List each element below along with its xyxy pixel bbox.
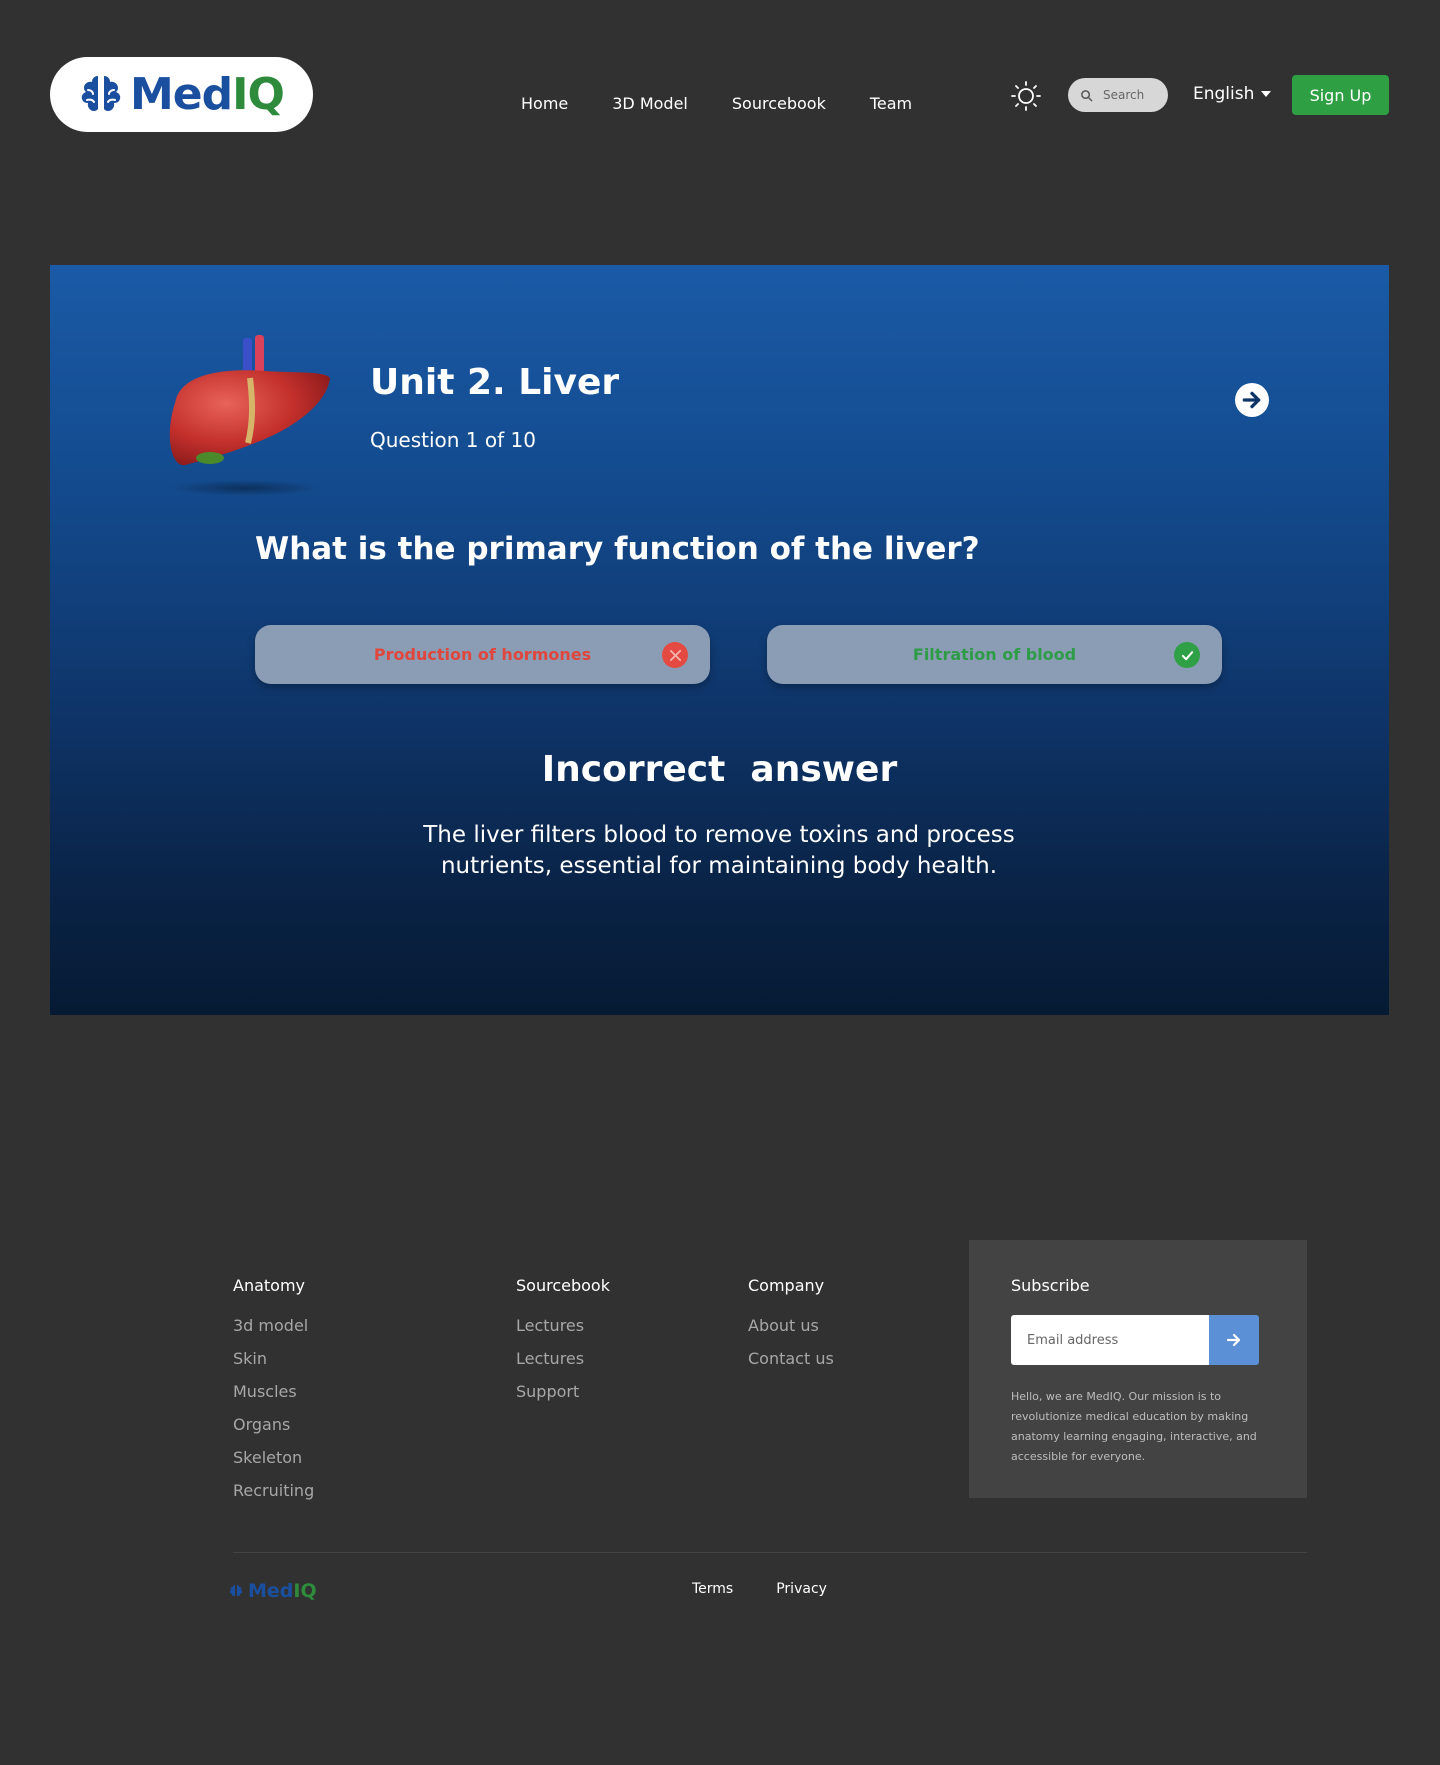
brand-logo[interactable]: MedIQ [50, 57, 313, 132]
footer-column-title: Anatomy [233, 1276, 306, 1295]
subscribe-panel: Subscribe Hello, we are MedIQ. Our missi… [969, 1240, 1307, 1498]
nav-item-sourcebook[interactable]: Sourcebook [732, 94, 826, 113]
footer-link-terms[interactable]: Terms [692, 1581, 733, 1597]
answer-label: Filtration of blood [912, 645, 1077, 664]
language-label: English [1193, 84, 1255, 104]
caret-down-icon [1261, 91, 1272, 97]
next-question-button[interactable] [1235, 383, 1269, 417]
brand-name-iq: IQ [232, 69, 285, 120]
footer-link-contact-us[interactable]: Contact us [748, 1349, 834, 1368]
footer-column-company: Company About us Contact us [748, 1276, 834, 1382]
footer-link-lectures-2[interactable]: Lectures [516, 1349, 610, 1368]
question-counter: Question 1 of 10 [370, 428, 536, 452]
sun-icon [1011, 81, 1041, 111]
footer-column-anatomy: Anatomy 3d model Skin Muscles Organs Ske… [233, 1276, 314, 1514]
footer-column-sourcebook: Sourcebook Lectures Lectures Support [516, 1276, 610, 1415]
footer-divider [233, 1552, 1307, 1553]
subscribe-submit-button[interactable] [1209, 1315, 1259, 1365]
footer-link-lectures[interactable]: Lectures [516, 1316, 610, 1335]
search-icon [1081, 89, 1093, 101]
footer-link-skin[interactable]: Skin [233, 1349, 314, 1368]
brand-wordmark: MedIQ [130, 69, 285, 120]
footer-column-title: Sourcebook [516, 1276, 610, 1295]
footer-link-organs[interactable]: Organs [233, 1415, 314, 1434]
footer-link-about-us[interactable]: About us [748, 1316, 834, 1335]
unit-title: Unit 2. Liver [370, 362, 620, 403]
liver-illustration [169, 335, 330, 496]
footer-legal-links: Terms Privacy [692, 1581, 870, 1597]
footer-link-privacy[interactable]: Privacy [776, 1581, 827, 1597]
nav-item-home[interactable]: Home [521, 94, 568, 113]
brand-name-med: Med [248, 1580, 294, 1602]
brand-wordmark: MedIQ [248, 1580, 317, 1602]
search-box [1068, 78, 1168, 112]
quiz-card: Unit 2. Liver Question 1 of 10 What is t… [50, 265, 1389, 1015]
footer-logo[interactable]: MedIQ [228, 1580, 317, 1602]
nav-item-team[interactable]: Team [870, 94, 912, 113]
answer-label: Production of hormones [373, 645, 592, 664]
subscribe-title: Subscribe [1011, 1276, 1090, 1295]
check-circle-icon [1174, 642, 1200, 668]
email-field[interactable] [1011, 1315, 1209, 1365]
brand-name-iq: IQ [293, 1580, 317, 1602]
footer-column-title: Company [748, 1276, 825, 1295]
answer-option-incorrect[interactable]: Production of hormones [255, 625, 710, 684]
mission-text: Hello, we are MedIQ. Our mission is to r… [1011, 1390, 1257, 1463]
site-header: MedIQ Home 3D Model Sourcebook Team Engl… [0, 0, 1440, 190]
question-text: What is the primary function of the live… [255, 531, 980, 567]
footer-link-skeleton[interactable]: Skeleton [233, 1448, 314, 1467]
x-circle-icon [662, 642, 688, 668]
footer-link-support[interactable]: Support [516, 1382, 610, 1401]
brain-logo-icon [81, 75, 121, 111]
arrow-right-icon [1226, 1333, 1241, 1347]
brain-logo-icon [229, 1584, 243, 1597]
theme-toggle-button[interactable] [1010, 80, 1042, 112]
brand-name-med: Med [130, 69, 233, 120]
answer-explanation: The liver filters blood to remove toxins… [423, 822, 1015, 879]
answer-option-correct[interactable]: Filtration of blood [767, 625, 1222, 684]
main-nav: Home 3D Model Sourcebook Team [521, 94, 956, 113]
nav-item-3d-model[interactable]: 3D Model [612, 94, 688, 113]
language-select[interactable]: English [1193, 84, 1272, 104]
footer-link-3d-model[interactable]: 3d model [233, 1316, 314, 1335]
arrow-right-circle-icon [1242, 391, 1261, 409]
footer-link-muscles[interactable]: Muscles [233, 1382, 314, 1401]
search-input[interactable] [1103, 88, 1163, 102]
subscribe-form [1011, 1315, 1259, 1365]
sign-up-button[interactable]: Sign Up [1292, 75, 1389, 115]
result-title: Incorrect answer [541, 749, 898, 790]
footer-link-recruiting[interactable]: Recruiting [233, 1481, 314, 1500]
